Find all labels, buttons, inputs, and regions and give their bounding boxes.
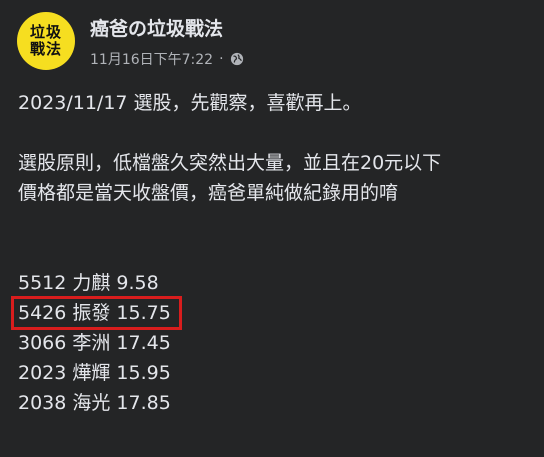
stock-text-highlighted: 5426 振發 15.75 [11,296,182,330]
post-line-note: 價格都是當天收盤價，癌爸單純做紀錄用的唷 [18,182,399,204]
stock-text: 5512 力麒 9.58 [18,272,159,294]
page-name-link[interactable]: 癌爸の垃圾戰法 [90,14,223,41]
stock-text: 3066 李洲 17.45 [18,332,171,354]
post-header: 垃圾戰法 癌爸の垃圾戰法 11月16日下午7:22 · [17,12,534,74]
avatar[interactable]: 垃圾戰法 [17,12,75,70]
meta-separator: · [219,51,224,67]
stock-row: 2038 海光 17.85 [18,388,536,418]
stock-row: 5512 力麒 9.58 [18,268,536,298]
post-body: 2023/11/17 選股，先觀察，喜歡再上。 選股原則，低檔盤久突然出大量，並… [11,88,536,418]
stock-row: 2023 燁輝 15.95 [18,358,536,388]
post-timestamp[interactable]: 11月16日下午7:22 [90,49,213,69]
post-meta: 11月16日下午7:22 · [90,49,244,69]
stock-list: 5512 力麒 9.58 5426 振發 15.75 3066 李洲 17.45 20… [11,268,536,418]
post-line-date: 2023/11/17 選股，先觀察，喜歡再上。 [18,92,362,114]
stock-text: 2038 海光 17.85 [18,392,171,414]
globe-icon[interactable] [230,52,244,66]
stock-row: 5426 振發 15.75 [11,296,536,330]
avatar-logo-text: 垃圾戰法 [29,23,62,58]
stock-row: 3066 李洲 17.45 [18,328,536,358]
post-line-principle: 選股原則，低檔盤久突然出大量，並且在20元以下 [18,152,442,174]
stock-text: 2023 燁輝 15.95 [18,362,171,384]
